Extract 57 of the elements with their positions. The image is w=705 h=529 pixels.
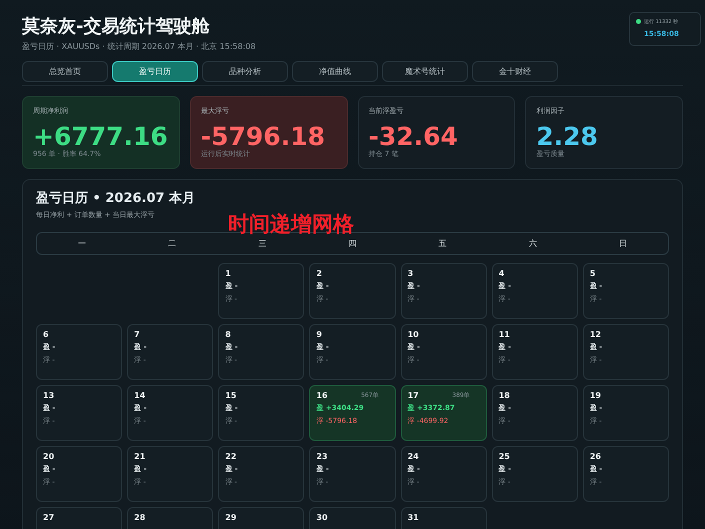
- day-number: 8: [225, 330, 231, 339]
- day-number: 10: [408, 330, 419, 339]
- day-number: 14: [134, 391, 146, 400]
- day-number: 25: [498, 452, 510, 461]
- day-number: 20: [43, 452, 54, 461]
- overlay-label: 时间递增网格: [228, 214, 354, 235]
- nav-tab[interactable]: 盈亏日历: [112, 61, 198, 82]
- stat-value: +6777.16: [33, 124, 169, 149]
- day-number: 28: [134, 513, 146, 522]
- day-cell[interactable]: 30: [309, 507, 396, 529]
- weekday-label: 五: [438, 238, 448, 249]
- stat-value: -5796.18: [200, 124, 326, 149]
- day-cell[interactable]: 29: [218, 507, 304, 529]
- day-number: 29: [225, 513, 236, 522]
- day-number: 31: [408, 513, 419, 522]
- weekday-label: 日: [618, 238, 628, 249]
- day-number: 5: [590, 269, 596, 278]
- stat-value: 2.28: [536, 124, 599, 149]
- day-number: 17: [408, 391, 419, 400]
- day-number: 1: [225, 269, 231, 278]
- day-number: 13: [43, 391, 54, 400]
- day-number: 4: [498, 269, 504, 278]
- day-number: 30: [316, 513, 328, 522]
- day-number: 6: [43, 330, 49, 339]
- day-number: 26: [590, 452, 601, 461]
- day-number: 15: [225, 391, 236, 400]
- day-number: 24: [408, 452, 419, 461]
- day-number: 22: [225, 452, 236, 461]
- day-number: 7: [134, 330, 140, 339]
- day-number: 23: [316, 452, 328, 461]
- day-number: 9: [316, 330, 322, 339]
- day-number: 16: [316, 391, 328, 400]
- day-number: 19: [590, 391, 601, 400]
- dashboard-title: 莫奈灰-交易统计驾驶舱: [22, 15, 210, 38]
- day-number: 12: [590, 330, 601, 339]
- nav-tab[interactable]: 金十财经: [472, 61, 558, 82]
- day-cell[interactable]: 28: [127, 507, 214, 529]
- nav-tab[interactable]: 魔术号统计: [382, 61, 468, 82]
- weekday-label: 二: [167, 238, 178, 249]
- nav-tab[interactable]: 品种分析: [202, 61, 288, 82]
- day-cell[interactable]: 31: [400, 507, 487, 529]
- dashboard-subtitle: 盈亏日历 · XAUUSDs · 统计周期 2026.07 本月 · 北京 15:58:08: [22, 41, 256, 52]
- day-cell[interactable]: 27: [36, 507, 122, 529]
- day-number: 11: [498, 330, 510, 339]
- day-number: 27: [43, 513, 54, 522]
- day-number: 18: [498, 391, 510, 400]
- nav-tab[interactable]: 净值曲线: [292, 61, 378, 82]
- weekday-label: 一: [77, 238, 88, 249]
- calendar-title: 盈亏日历 • 2026.07 本月: [36, 190, 196, 207]
- day-number: 2: [316, 269, 322, 278]
- day-number: 3: [408, 269, 414, 278]
- weekday-label: 三: [257, 238, 268, 249]
- weekday-label: 六: [528, 238, 538, 249]
- day-number: 21: [134, 452, 146, 461]
- weekday-label: 四: [347, 238, 358, 249]
- nav-tab[interactable]: 总览首页: [22, 61, 108, 82]
- stat-value: -32.64: [368, 124, 459, 149]
